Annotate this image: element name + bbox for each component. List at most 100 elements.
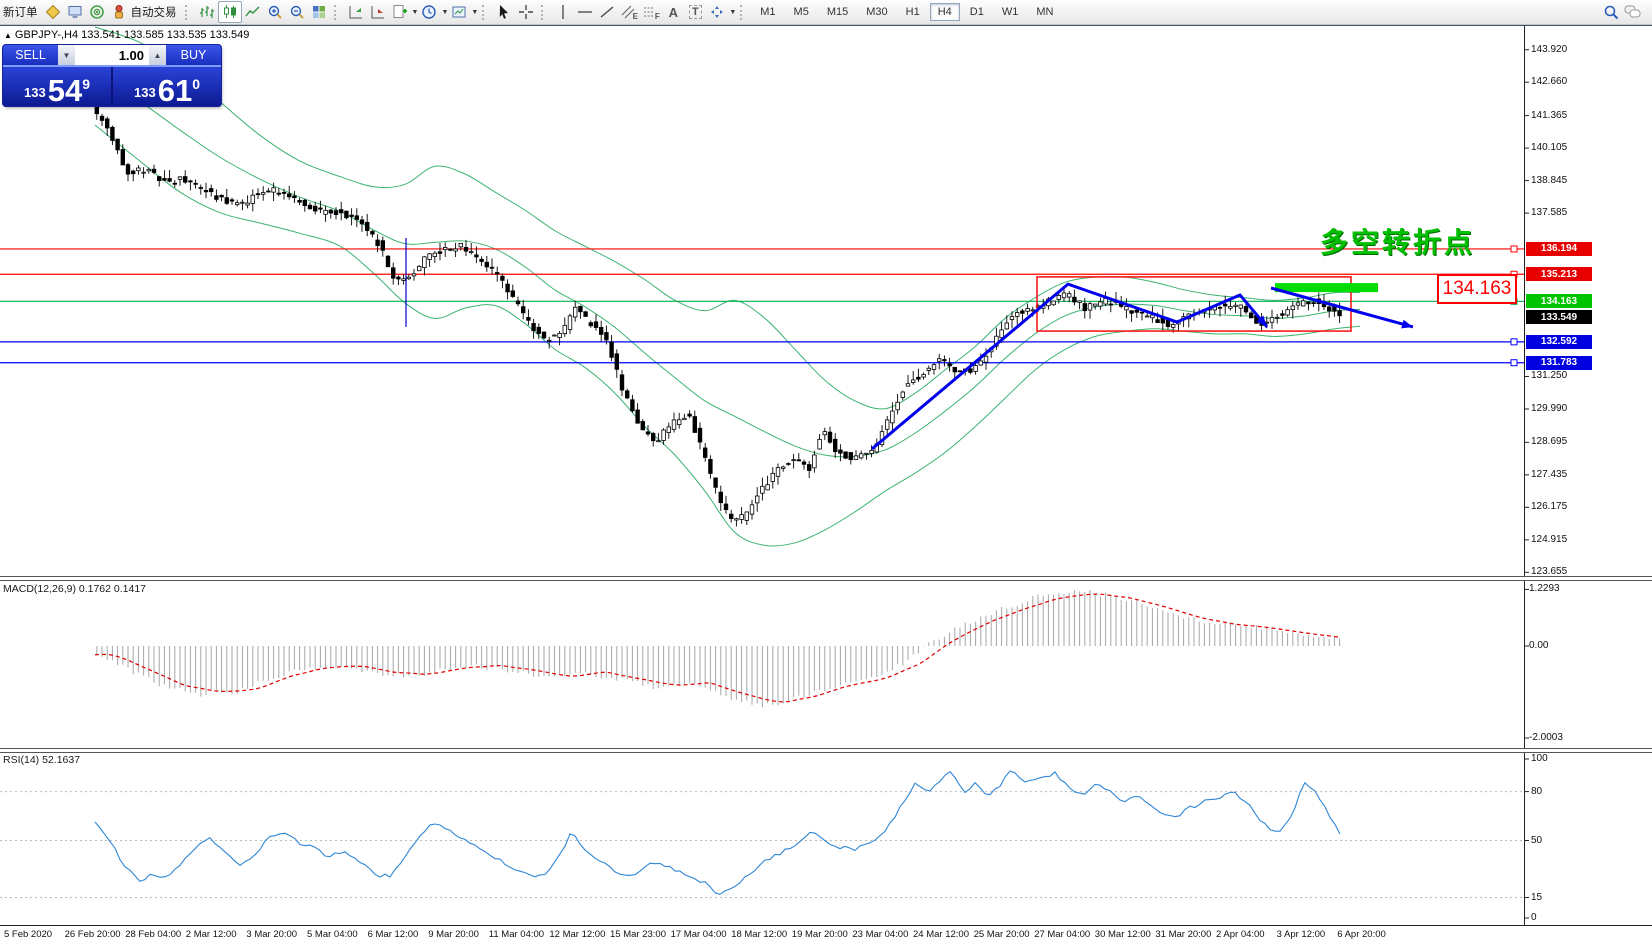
one-click-trade-panel: SELL ▼ 1.00 ▲ BUY 133 54 9 133 61 0 <box>3 45 221 106</box>
volume-increase-button[interactable]: ▲ <box>149 45 166 65</box>
toolbar-drag-handle[interactable] <box>740 5 745 20</box>
indicator-back-icon[interactable] <box>367 2 389 22</box>
new-order-button[interactable]: 新订单 <box>3 4 38 20</box>
sell-button[interactable]: SELL <box>3 45 58 67</box>
toolbar-group-objects: E F A T ▼ <box>550 0 738 24</box>
tab-timeframe-W1[interactable]: W1 <box>994 3 1027 21</box>
period-caret[interactable]: ▼ <box>441 9 448 16</box>
add-indicator-caret[interactable]: ▼ <box>412 9 419 16</box>
date-axis-label: 15 Mar 23:00 <box>610 929 666 940</box>
zoom-in-icon[interactable] <box>264 2 286 22</box>
text-tool-icon[interactable]: A <box>662 2 684 22</box>
date-axis-label: 27 Mar 04:00 <box>1034 929 1090 940</box>
zoom-out-icon[interactable] <box>286 2 308 22</box>
date-axis-label: 11 Mar 04:00 <box>489 929 544 940</box>
volume-input[interactable]: 1.00 <box>75 45 149 65</box>
autotrading-icon[interactable] <box>108 2 130 22</box>
template-caret[interactable]: ▼ <box>471 9 478 16</box>
line-chart-icon[interactable] <box>242 2 264 22</box>
tab-timeframe-M30[interactable]: M30 <box>858 3 895 21</box>
sell-price[interactable]: 133 54 9 <box>3 67 113 106</box>
price-level-label: 134.163 <box>1526 294 1592 308</box>
volume-decrease-button[interactable]: ▼ <box>58 45 75 65</box>
tab-timeframe-M15[interactable]: M15 <box>819 3 856 21</box>
macd-axis-tick: -2.0003 <box>1529 732 1563 743</box>
indicator-forward-icon[interactable] <box>345 2 367 22</box>
toolbar-group-right <box>1598 0 1652 24</box>
toolbar-group-timeframes: M1M5M15M30H1H4D1W1MN <box>749 0 1064 24</box>
arrows-tool-icon[interactable] <box>706 2 728 22</box>
template-icon[interactable] <box>448 2 470 22</box>
date-axis-label: 18 Mar 12:00 <box>731 929 787 940</box>
chart-title-text: GBPJPY-,H4 133.541 133.585 133.535 133.5… <box>15 29 249 41</box>
date-axis-label: 2 Mar 12:00 <box>186 929 237 940</box>
chart-text-annotation[interactable]: 多空转折点 <box>1320 221 1475 261</box>
collapse-arrow-icon[interactable]: ▲ <box>4 31 12 40</box>
toolbar-drag-handle[interactable] <box>482 5 487 20</box>
date-axis-label: 3 Apr 12:00 <box>1277 929 1326 940</box>
price-axis-tick: 124.915 <box>1531 534 1567 545</box>
rsi-axis-tick: 80 <box>1531 786 1542 797</box>
date-axis-label: 19 Mar 20:00 <box>792 929 848 940</box>
price-axis-tick: 141.365 <box>1531 110 1567 121</box>
tab-timeframe-H1[interactable]: H1 <box>898 3 928 21</box>
crosshair-icon[interactable] <box>515 2 537 22</box>
arrows-tool-caret[interactable]: ▼ <box>729 9 736 16</box>
panel-splitter-rsi[interactable] <box>0 748 1652 753</box>
cursor-icon[interactable] <box>493 2 515 22</box>
panel-splitter-macd[interactable] <box>0 576 1652 581</box>
date-axis-label: 3 Mar 20:00 <box>246 929 297 940</box>
date-axis-label: 5 Feb 2020 <box>4 929 52 940</box>
candlestick-chart-icon[interactable] <box>218 1 242 23</box>
rsi-axis-tick: 50 <box>1531 835 1542 846</box>
price-axis-tick: 126.175 <box>1531 501 1567 512</box>
price-axis-tick: 137.585 <box>1531 207 1567 218</box>
tab-timeframe-M5[interactable]: M5 <box>786 3 817 21</box>
toolbar-drag-handle[interactable] <box>334 5 339 20</box>
toolbar-drag-handle[interactable] <box>541 5 546 20</box>
bar-chart-icon[interactable] <box>196 2 218 22</box>
toolbar-drag-handle[interactable] <box>185 5 190 20</box>
buy-button[interactable]: BUY <box>166 45 221 67</box>
horizontal-line-tool-icon[interactable] <box>574 2 596 22</box>
buy-price-figure: 133 <box>134 85 156 100</box>
price-axis-tick: 140.105 <box>1531 142 1567 153</box>
price-axis-tick: 127.435 <box>1531 469 1567 480</box>
buy-price-pip: 0 <box>192 76 200 92</box>
period-clock-icon[interactable] <box>418 2 440 22</box>
date-axis-label: 6 Apr 20:00 <box>1337 929 1386 940</box>
price-axis-tick: 138.845 <box>1531 175 1567 186</box>
text-label-tool-icon[interactable]: T <box>684 2 706 22</box>
trendline-tool-icon[interactable] <box>596 2 618 22</box>
sell-price-pip: 9 <box>82 76 90 92</box>
price-axis-tick: 128.695 <box>1531 436 1567 447</box>
price-axis-tick: 143.920 <box>1531 44 1567 55</box>
date-axis-label: 28 Feb 04:00 <box>125 929 181 940</box>
channel-tool-icon[interactable]: E <box>618 2 640 22</box>
date-axis-label: 25 Mar 20:00 <box>974 929 1030 940</box>
chat-icon[interactable] <box>1622 2 1644 22</box>
buy-price-big: 61 <box>158 78 192 104</box>
tab-timeframe-D1[interactable]: D1 <box>962 3 992 21</box>
new-order-icon[interactable] <box>42 2 64 22</box>
tab-timeframe-H4[interactable]: H4 <box>930 3 960 21</box>
buy-price[interactable]: 133 61 0 <box>113 67 221 106</box>
fibonacci-tool-icon[interactable]: F <box>640 2 662 22</box>
vertical-line-tool-icon[interactable] <box>552 2 574 22</box>
price-axis-tick: 142.660 <box>1531 76 1567 87</box>
macd-axis-tick: 0.00 <box>1529 640 1548 651</box>
terminal-icon[interactable] <box>64 2 86 22</box>
tab-timeframe-M1[interactable]: M1 <box>752 3 783 21</box>
tab-timeframe-MN[interactable]: MN <box>1028 3 1061 21</box>
chart-canvas[interactable] <box>0 0 1652 946</box>
toolbar-group-cursor <box>491 0 539 24</box>
signals-icon[interactable] <box>86 2 108 22</box>
search-icon[interactable] <box>1600 2 1622 22</box>
autotrading-button[interactable]: 自动交易 <box>131 4 177 20</box>
tile-windows-icon[interactable] <box>308 2 330 22</box>
toolbar-group-trade: 新订单 自动交易 <box>0 0 183 24</box>
price-callout-label[interactable]: 134.163 <box>1437 274 1517 304</box>
macd-indicator-label: MACD(12,26,9) 0.1762 0.1417 <box>3 583 146 595</box>
date-axis-label: 9 Mar 20:00 <box>428 929 479 940</box>
add-indicator-icon[interactable] <box>389 2 411 22</box>
